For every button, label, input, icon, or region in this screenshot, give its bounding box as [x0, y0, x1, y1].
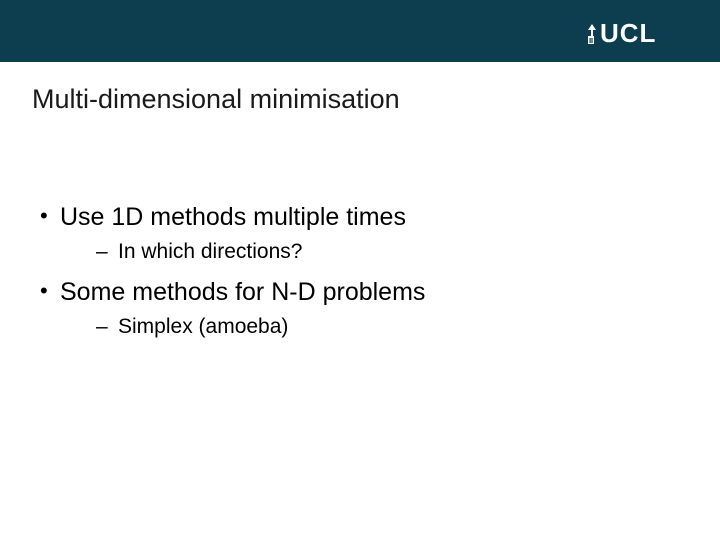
bullet-item: Some methods for N-D problems Simplex (a… — [32, 278, 720, 339]
ucl-logo: UCL — [588, 16, 698, 46]
slide-content: Use 1D methods multiple times In which d… — [0, 115, 720, 339]
sub-bullet-item: In which directions? — [60, 240, 720, 264]
bullet-text: Use 1D methods multiple times — [60, 203, 406, 231]
sub-bullet-text: Simplex (amoeba) — [118, 315, 288, 338]
slide-header: UCL — [0, 0, 720, 62]
sub-bullet-text: In which directions? — [118, 240, 302, 263]
sub-bullet-item: Simplex (amoeba) — [60, 315, 720, 339]
bullet-text: Some methods for N-D problems — [60, 278, 425, 306]
logo-text: UCL — [600, 18, 656, 46]
bullet-item: Use 1D methods multiple times In which d… — [32, 203, 720, 264]
slide-title: Multi-dimensional minimisation — [0, 62, 720, 115]
